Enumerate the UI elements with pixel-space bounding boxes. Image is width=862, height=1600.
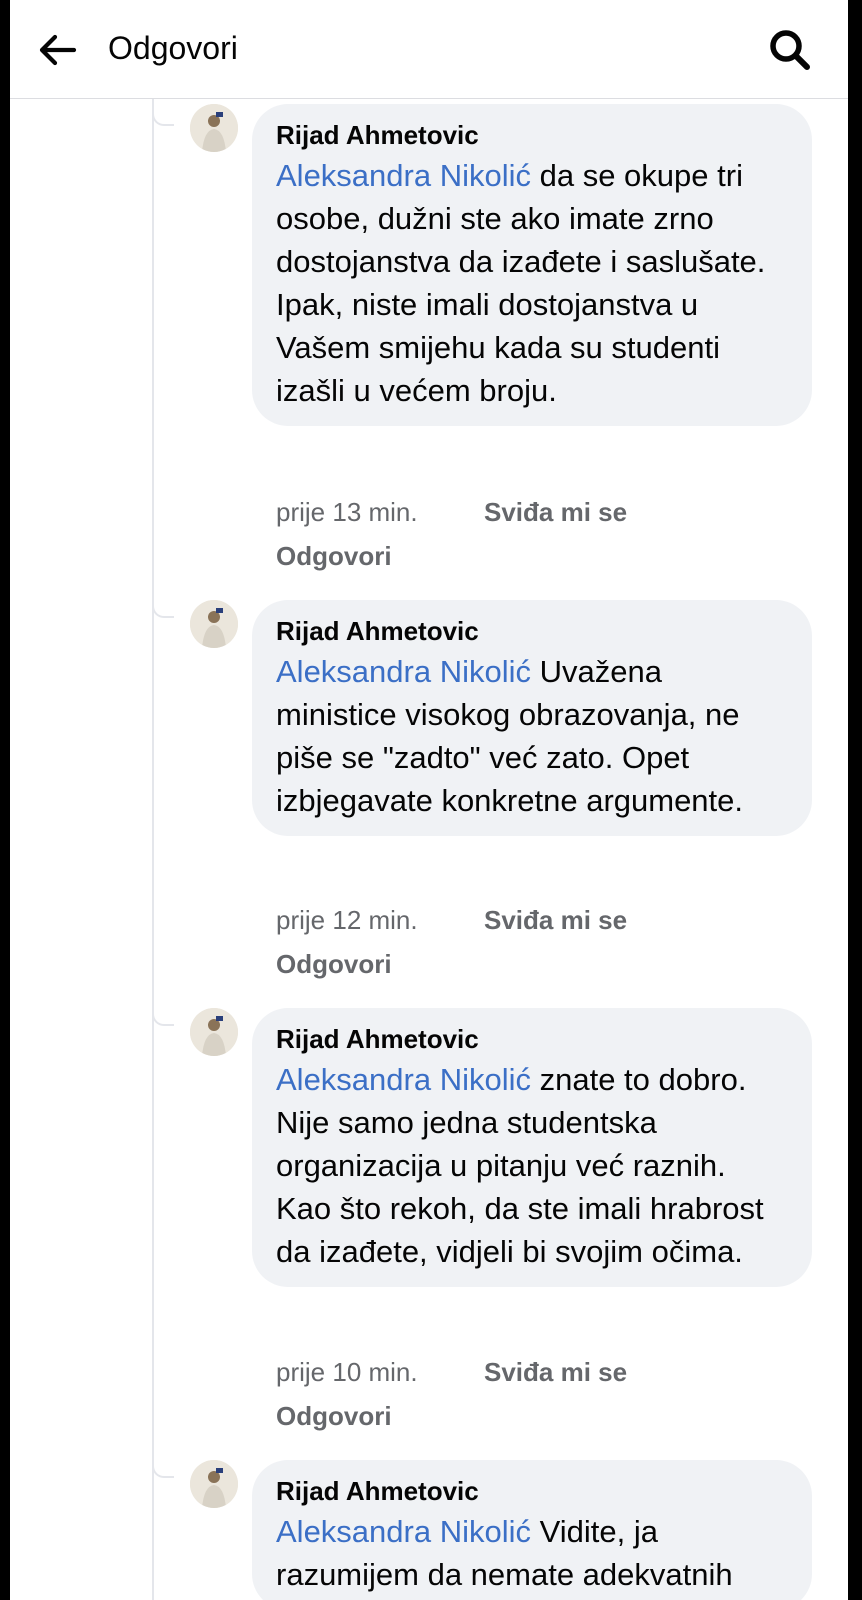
reply-button[interactable]: Odgovori: [276, 946, 627, 982]
avatar-image: [190, 1008, 238, 1056]
arrow-left-icon: [39, 34, 77, 66]
thread-line: [152, 99, 154, 1600]
like-button[interactable]: Sviđa mi se: [484, 497, 627, 527]
reply-button[interactable]: Odgovori: [276, 1398, 627, 1434]
avatar[interactable]: [190, 1460, 238, 1508]
avatar[interactable]: [190, 104, 238, 152]
top-bar: Odgovori: [10, 0, 848, 99]
comment-bubble: Rijad Ahmetovic Aleksandra Nikolić znate…: [252, 1008, 812, 1287]
comment-text: Aleksandra Nikolić znate to dobro. Nije …: [276, 1058, 788, 1273]
avatar-image: [190, 1460, 238, 1508]
mention-link[interactable]: Aleksandra Nikolić: [276, 654, 531, 689]
comment-bubble: Rijad Ahmetovic Aleksandra Nikolić Vidit…: [252, 1460, 812, 1600]
comment-text: Aleksandra Nikolić da se okupe tri osobe…: [276, 154, 788, 412]
replies-screen: Odgovori Rijad Ahmetovic Aleksandra Niko…: [10, 0, 848, 1600]
reply-connector: [152, 106, 174, 126]
comment-bubble: Rijad Ahmetovic Aleksandra Nikolić Uvaže…: [252, 600, 812, 836]
comment-author[interactable]: Rijad Ahmetovic: [276, 1022, 788, 1056]
mention-link[interactable]: Aleksandra Nikolić: [276, 158, 531, 193]
reply-connector: [152, 1458, 174, 1478]
page-title: Odgovori: [108, 30, 238, 66]
search-icon: [770, 30, 810, 70]
back-button[interactable]: [34, 26, 82, 74]
comment-time: prije 12 min.: [276, 905, 418, 935]
comment-actions: prije 10 min. Sviđa mi se Odgovori: [276, 1354, 627, 1434]
avatar-image: [190, 600, 238, 648]
reply-button[interactable]: Odgovori: [276, 538, 627, 574]
like-button[interactable]: Sviđa mi se: [484, 905, 627, 935]
mention-link[interactable]: Aleksandra Nikolić: [276, 1062, 531, 1097]
comment-time: prije 10 min.: [276, 1357, 418, 1387]
comment-author[interactable]: Rijad Ahmetovic: [276, 1474, 788, 1508]
comment-actions: prije 12 min. Sviđa mi se Odgovori: [276, 902, 627, 982]
reply-connector: [152, 598, 174, 618]
like-button[interactable]: Sviđa mi se: [484, 1357, 627, 1387]
comment-body: da se okupe tri osobe, dužni ste ako ima…: [276, 158, 766, 408]
mention-link[interactable]: Aleksandra Nikolić: [276, 1514, 531, 1549]
comment-bubble: Rijad Ahmetovic Aleksandra Nikolić da se…: [252, 104, 812, 426]
reply-connector: [152, 1006, 174, 1026]
comment-text: Aleksandra Nikolić Uvažena ministice vis…: [276, 650, 788, 822]
comment-actions: prije 13 min. Sviđa mi se Odgovori: [276, 494, 627, 574]
comment-author[interactable]: Rijad Ahmetovic: [276, 614, 788, 648]
avatar[interactable]: [190, 600, 238, 648]
comment-time: prije 13 min.: [276, 497, 418, 527]
screen-edge: [848, 0, 862, 1600]
avatar-image: [190, 104, 238, 152]
search-button[interactable]: [766, 26, 814, 74]
avatar[interactable]: [190, 1008, 238, 1056]
comment-author[interactable]: Rijad Ahmetovic: [276, 118, 788, 152]
comment-text: Aleksandra Nikolić Vidite, ja razumijem …: [276, 1510, 788, 1596]
